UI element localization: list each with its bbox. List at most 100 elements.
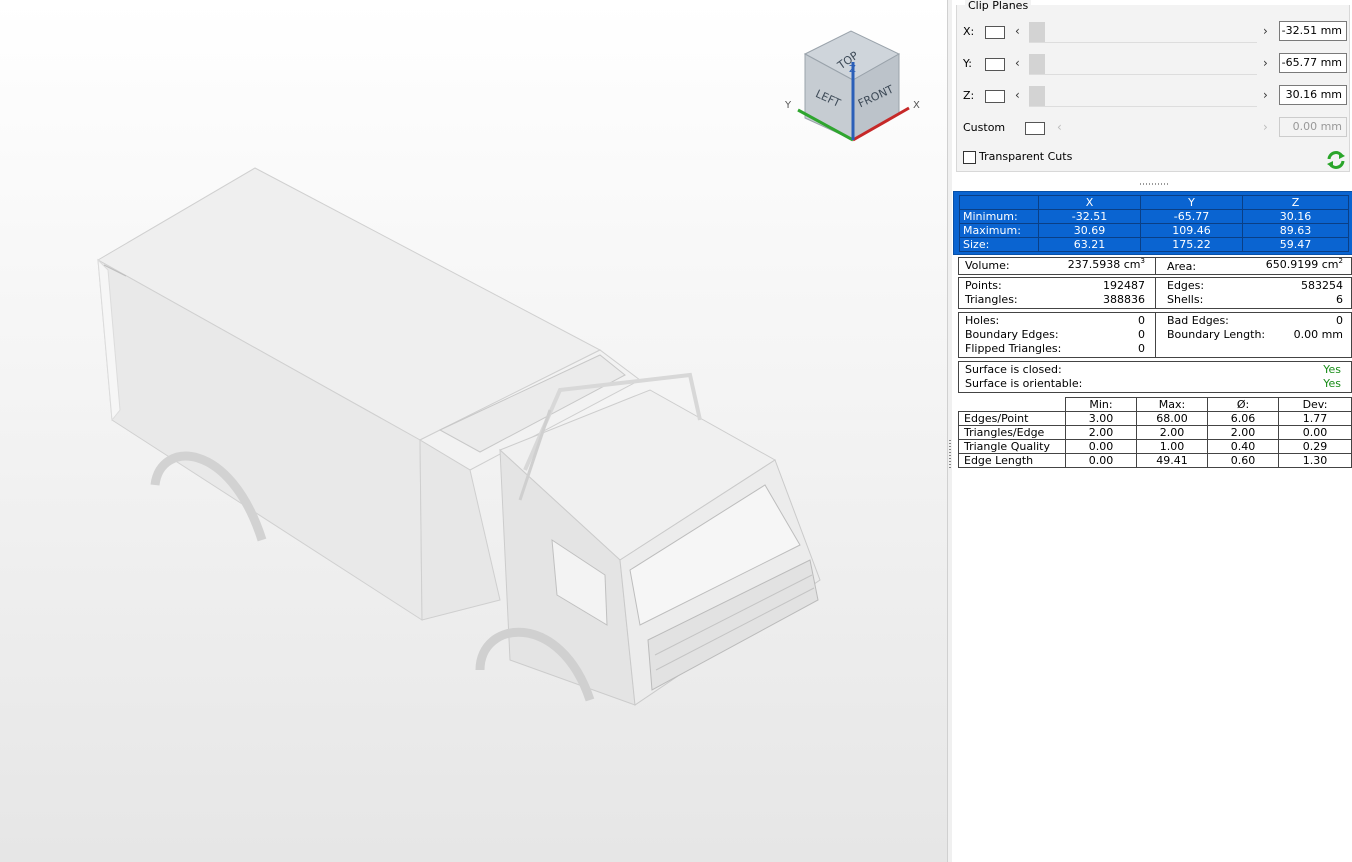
bbox-header-x: X [1038, 195, 1141, 210]
bbox-row-label: Minimum: [959, 209, 1039, 224]
volume-value: 237.5938 cm3 [1067, 257, 1145, 272]
bad-edges-label: Bad Edges: [1167, 314, 1229, 327]
area-unit-exponent: 2 [1338, 257, 1343, 265]
bbox-header-z: Z [1242, 195, 1349, 210]
clip-z-slider[interactable] [1029, 86, 1257, 107]
clip-y-decrement-button[interactable]: ‹ [1015, 56, 1020, 70]
clip-x-value-input[interactable]: -32.51 mm [1279, 21, 1347, 41]
stats-cell: 0.00 [1065, 439, 1137, 454]
clip-x-slider[interactable] [1029, 22, 1257, 43]
edges-value: 583254 [1301, 279, 1343, 292]
stats-cell: 68.00 [1136, 411, 1208, 426]
clip-row-y: Y: ‹ › -65.77 mm [957, 51, 1349, 77]
refresh-icon[interactable] [1325, 149, 1347, 171]
stats-cell: 0.00 [1065, 453, 1137, 468]
volume-unit-exponent: 3 [1140, 257, 1145, 265]
properties-panel: Clip Planes X: ‹ › -32.51 mm Y: ‹ › -65.… [952, 0, 1352, 862]
clip-z-color-swatch[interactable] [985, 90, 1005, 103]
axis-x-label: X [913, 100, 920, 111]
splitter-grip[interactable] [949, 440, 951, 470]
clip-planes-group: Clip Planes X: ‹ › -32.51 mm Y: ‹ › -65.… [956, 0, 1350, 172]
stats-cell: 2.00 [1136, 425, 1208, 440]
edges-label: Edges: [1167, 279, 1205, 292]
bad-edges-value: 0 [1336, 314, 1343, 327]
bbox-row-size: Size: 63.21 175.22 59.47 [959, 237, 1349, 252]
divider [1155, 313, 1156, 357]
3d-viewport[interactable]: TOP LEFT FRONT Y X Z [0, 0, 947, 862]
stats-row: Edges/Point 3.00 68.00 6.06 1.77 [958, 411, 1352, 426]
stats-cell: 49.41 [1136, 453, 1208, 468]
clip-x-label: X: [963, 25, 975, 38]
surface-closed-label: Surface is closed: [965, 363, 1062, 376]
points-label: Points: [965, 279, 1002, 292]
stats-cell: 0.40 [1207, 439, 1279, 454]
stats-header-dev: Dev: [1278, 397, 1352, 412]
clip-custom-decrement-button[interactable]: ‹ [1057, 120, 1062, 134]
stats-cell: 3.00 [1065, 411, 1137, 426]
clip-planes-title: Clip Planes [965, 0, 1032, 12]
flipped-triangles-label: Flipped Triangles: [965, 342, 1062, 355]
view-cube-graphic[interactable] [785, 28, 925, 146]
stats-header-avg: Ø: [1207, 397, 1279, 412]
bbox-header-y: Y [1140, 195, 1243, 210]
clip-x-color-swatch[interactable] [985, 26, 1005, 39]
bbox-cell: 89.63 [1242, 223, 1349, 238]
clip-z-increment-button[interactable]: › [1263, 88, 1268, 102]
divider [1155, 278, 1156, 308]
flipped-triangles-value: 0 [1138, 342, 1145, 355]
stats-cell: 2.00 [1207, 425, 1279, 440]
volume-area-box: Volume: 237.5938 cm3 Area: 650.9199 cm2 [958, 257, 1352, 275]
stats-row-label: Edges/Point [958, 411, 1066, 426]
holes-value: 0 [1138, 314, 1145, 327]
triangles-label: Triangles: [965, 293, 1018, 306]
shells-value: 6 [1336, 293, 1343, 306]
volume-number: 237.5938 cm [1067, 258, 1141, 271]
bbox-cell: 175.22 [1140, 237, 1243, 252]
surface-orientable-label: Surface is orientable: [965, 377, 1083, 390]
bbox-cell: -32.51 [1038, 209, 1141, 224]
stats-header-max: Max: [1136, 397, 1208, 412]
bbox-cell: 59.47 [1242, 237, 1349, 252]
clip-z-slider-thumb[interactable] [1029, 86, 1045, 106]
clip-row-z: Z: ‹ › 30.16 mm [957, 83, 1349, 109]
clip-x-slider-thumb[interactable] [1029, 22, 1045, 42]
bounding-box-table[interactable]: X Y Z Minimum: -32.51 -65.77 30.16 Maxim… [953, 191, 1352, 255]
clip-custom-color-swatch[interactable] [1025, 122, 1045, 135]
holes-label: Holes: [965, 314, 1000, 327]
stats-row-label: Triangle Quality [958, 439, 1066, 454]
clip-z-value-input[interactable]: 30.16 mm [1279, 85, 1347, 105]
stats-corner-cell [958, 397, 1066, 412]
stats-cell: 6.06 [1207, 411, 1279, 426]
bbox-cell: 30.69 [1038, 223, 1141, 238]
clip-y-value-input[interactable]: -65.77 mm [1279, 53, 1347, 73]
transparent-cuts-label[interactable]: Transparent Cuts [979, 150, 1072, 163]
section-splitter-grip[interactable] [1140, 183, 1168, 185]
bbox-cell: 109.46 [1140, 223, 1243, 238]
clip-z-decrement-button[interactable]: ‹ [1015, 88, 1020, 102]
area-value: 650.9199 cm2 [1265, 257, 1343, 272]
stats-row-label: Edge Length [958, 453, 1066, 468]
clip-y-color-swatch[interactable] [985, 58, 1005, 71]
clip-row-x: X: ‹ › -32.51 mm [957, 19, 1349, 45]
bbox-cell: 30.16 [1242, 209, 1349, 224]
clip-y-increment-button[interactable]: › [1263, 56, 1268, 70]
view-cube[interactable]: TOP LEFT FRONT Y X Z [785, 28, 925, 146]
shells-label: Shells: [1167, 293, 1204, 306]
transparent-cuts-checkbox[interactable] [963, 151, 976, 164]
clip-x-decrement-button[interactable]: ‹ [1015, 24, 1020, 38]
clip-y-slider[interactable] [1029, 54, 1257, 75]
area-number: 650.9199 cm [1265, 258, 1339, 271]
stats-cell: 1.00 [1136, 439, 1208, 454]
boundary-edges-label: Boundary Edges: [965, 328, 1059, 341]
stats-header-row: Min: Max: Ø: Dev: [958, 397, 1352, 412]
clip-y-slider-thumb[interactable] [1029, 54, 1045, 74]
clip-custom-increment-button[interactable]: › [1263, 120, 1268, 134]
stats-cell: 0.60 [1207, 453, 1279, 468]
stats-row: Edge Length 0.00 49.41 0.60 1.30 [958, 453, 1352, 468]
boundary-length-label: Boundary Length: [1167, 328, 1266, 341]
clip-custom-value-input[interactable]: 0.00 mm [1279, 117, 1347, 137]
bbox-row-maximum: Maximum: 30.69 109.46 89.63 [959, 223, 1349, 238]
clip-x-increment-button[interactable]: › [1263, 24, 1268, 38]
surface-orientable-value: Yes [1323, 377, 1341, 390]
bbox-cell: -65.77 [1140, 209, 1243, 224]
